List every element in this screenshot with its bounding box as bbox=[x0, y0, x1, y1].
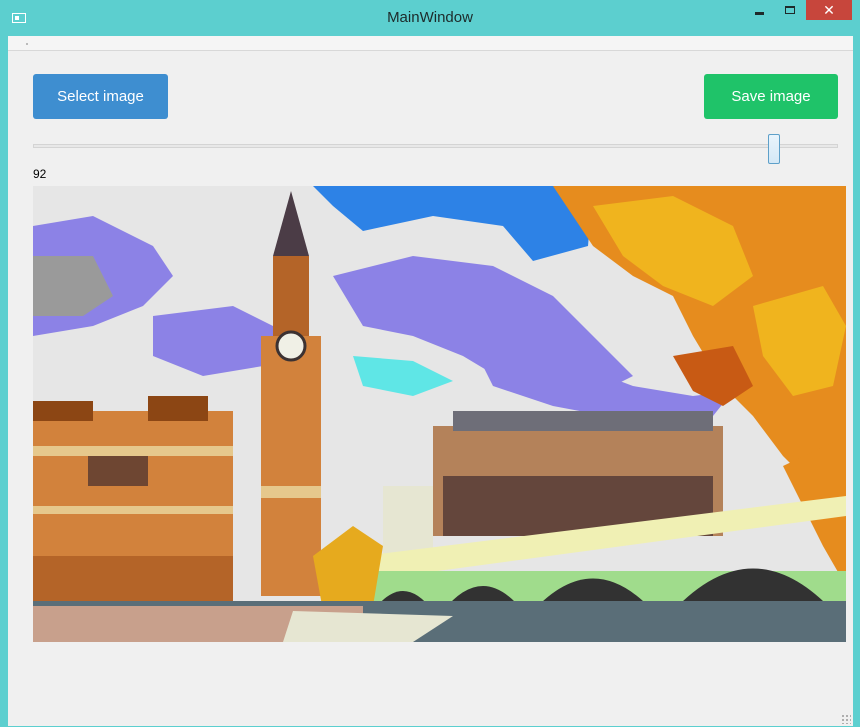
title-bar[interactable]: MainWindow ✕ bbox=[0, 0, 860, 36]
maximize-button[interactable] bbox=[776, 0, 804, 20]
close-icon: ✕ bbox=[823, 1, 835, 18]
slider-handle[interactable] bbox=[768, 134, 780, 164]
image-preview bbox=[33, 186, 846, 642]
minimize-button[interactable] bbox=[746, 0, 772, 20]
slider-value-label: 92 bbox=[33, 167, 47, 181]
minimize-icon bbox=[754, 11, 764, 15]
main-window: MainWindow ✕ Select image Save image 92 bbox=[0, 0, 860, 727]
posterized-photo bbox=[33, 186, 846, 642]
window-title: MainWindow bbox=[387, 9, 473, 26]
maximize-icon bbox=[785, 6, 795, 14]
resize-grip-icon[interactable] bbox=[841, 714, 851, 724]
menu-grip bbox=[26, 43, 28, 45]
slider-track[interactable] bbox=[33, 144, 838, 148]
menu-bar[interactable] bbox=[8, 36, 853, 51]
close-button[interactable]: ✕ bbox=[806, 0, 852, 20]
select-image-button[interactable]: Select image bbox=[33, 74, 168, 119]
threshold-slider[interactable] bbox=[33, 134, 838, 164]
save-image-button[interactable]: Save image bbox=[704, 74, 838, 119]
client-area: Select image Save image 92 bbox=[8, 36, 853, 726]
